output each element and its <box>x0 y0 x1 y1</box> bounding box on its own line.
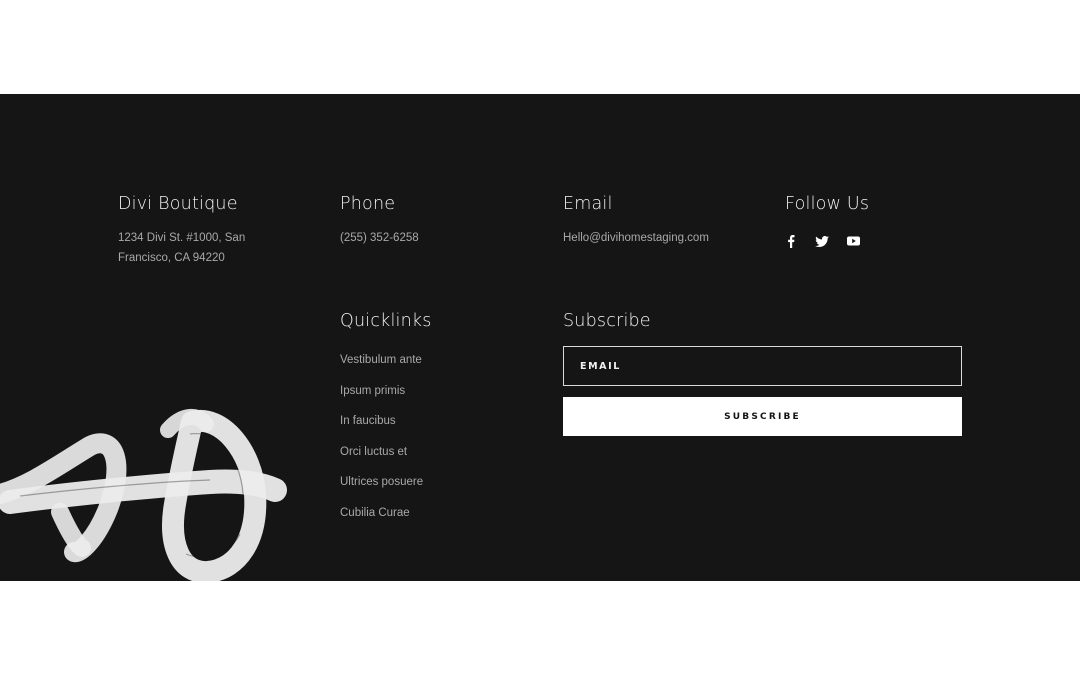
address-line-1: 1234 Divi St. #1000, San <box>118 232 246 244</box>
brand-heading: Divi Boutique <box>118 194 238 214</box>
subscribe-heading: Subscribe <box>563 311 651 331</box>
list-item: Ultrices posuere <box>340 470 432 501</box>
follow-heading: Follow Us <box>785 194 870 214</box>
quicklinks-heading: Quicklinks <box>340 311 432 331</box>
address-line-2: Francisco, CA 94220 <box>118 251 225 264</box>
subscribe-column: Subscribe <box>563 311 651 331</box>
list-item: Vestibulum ante <box>340 348 432 379</box>
list-item: In faucibus <box>340 409 432 440</box>
brush-stroke-graphic <box>0 408 287 581</box>
youtube-icon[interactable] <box>846 234 860 248</box>
email-heading: Email <box>563 194 613 214</box>
subscribe-button[interactable]: SUBSCRIBE <box>563 397 962 436</box>
quicklink-ultrices-posuere[interactable]: Ultrices posuere <box>340 476 423 488</box>
phone-heading: Phone <box>340 194 396 214</box>
facebook-icon[interactable] <box>784 234 798 248</box>
quicklink-orci-luctus-et[interactable]: Orci luctus et <box>340 446 407 458</box>
quicklink-ipsum-primis[interactable]: Ipsum primis <box>340 385 405 397</box>
brand-column: Divi Boutique 1234 Divi St. #1000, San F… <box>118 194 245 268</box>
quicklink-in-faucibus[interactable]: In faucibus <box>340 415 396 427</box>
quicklinks-column: Quicklinks Vestibulum ante Ipsum primis … <box>340 311 432 531</box>
quicklinks-list: Vestibulum ante Ipsum primis In faucibus… <box>340 348 432 531</box>
email-column: Email Hello@divihomestaging.com <box>563 194 709 249</box>
social-links <box>784 234 869 248</box>
phone-number: (255) 352-6258 <box>340 232 419 244</box>
follow-column: Follow Us <box>785 194 869 248</box>
list-item: Cubilia Curae <box>340 501 432 532</box>
email-address: Hello@divihomestaging.com <box>563 232 709 244</box>
phone-column: Phone (255) 352-6258 <box>340 194 419 249</box>
list-item: Orci luctus et <box>340 440 432 471</box>
quicklink-vestibulum-ante[interactable]: Vestibulum ante <box>340 354 422 366</box>
email-input[interactable] <box>563 346 962 386</box>
quicklink-cubilia-curae[interactable]: Cubilia Curae <box>340 507 410 519</box>
list-item: Ipsum primis <box>340 379 432 410</box>
twitter-icon[interactable] <box>815 234 829 248</box>
address-text: 1234 Divi St. #1000, San Francisco, CA 9… <box>118 229 245 268</box>
site-footer: Divi Boutique 1234 Divi St. #1000, San F… <box>0 94 1080 581</box>
